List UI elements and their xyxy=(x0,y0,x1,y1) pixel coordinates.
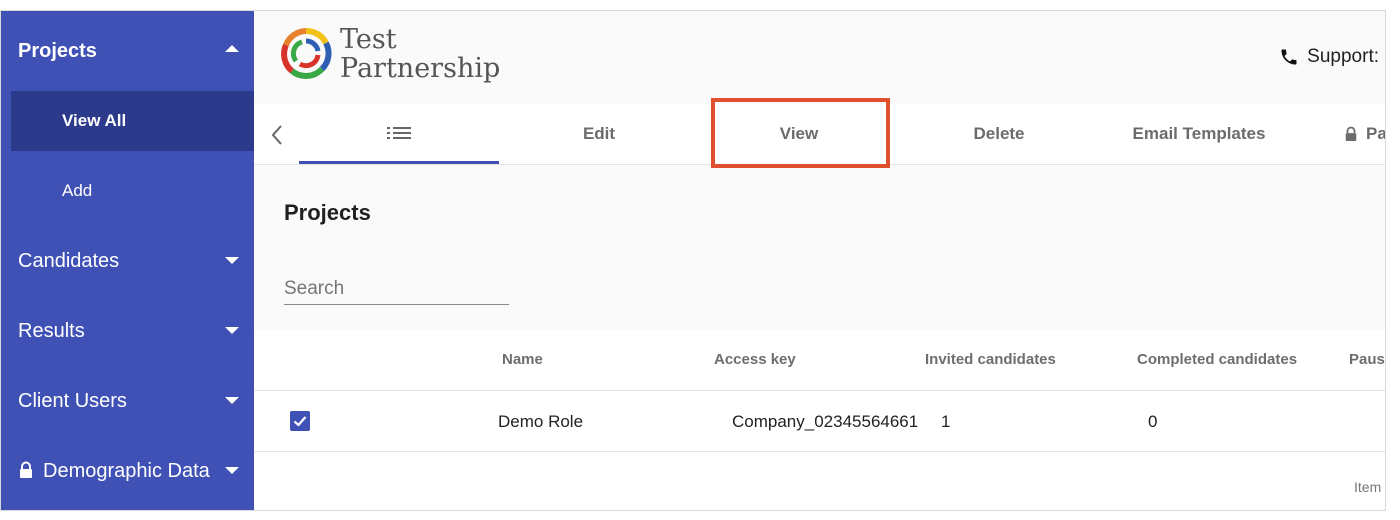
brand-name: Test Partnership xyxy=(340,25,500,83)
tab-label: Pa xyxy=(1366,124,1386,143)
checkmark-icon xyxy=(293,416,307,427)
tab-email-templates[interactable]: Email Templates xyxy=(1099,104,1299,164)
tab-locked[interactable]: Pa xyxy=(1344,104,1386,164)
lock-icon xyxy=(20,461,32,478)
cell-completed: 0 xyxy=(1148,412,1158,431)
tab-list[interactable] xyxy=(299,104,499,164)
cell-invited: 1 xyxy=(941,412,951,431)
chevron-down-icon xyxy=(225,327,239,334)
column-header-completed[interactable]: Completed candidates xyxy=(1137,351,1297,368)
support-contact[interactable]: Support: xyxy=(1279,46,1379,68)
chevron-left-icon[interactable] xyxy=(262,120,292,150)
brand-line-2: Partnership xyxy=(340,53,501,84)
tab-label: Edit xyxy=(582,124,616,143)
support-label: Support: xyxy=(1307,46,1379,67)
sidebar-item-label: Demographic Data xyxy=(43,459,210,482)
sidebar-item-client-users[interactable]: Client Users xyxy=(1,371,254,431)
main-area: Test Partnership Support: Edit View Dele… xyxy=(254,11,1386,510)
chevron-down-icon xyxy=(225,397,239,404)
tab-view[interactable]: View xyxy=(699,104,899,164)
column-header-access-key[interactable]: Access key xyxy=(714,351,796,368)
cell-name: Demo Role xyxy=(498,412,584,431)
tab-bar: Edit View Delete Email Templates Pa xyxy=(254,98,1386,168)
chevron-down-icon xyxy=(225,467,239,474)
phone-icon xyxy=(1281,49,1297,65)
sidebar-item-label: Projects xyxy=(18,39,97,62)
table-row[interactable]: Demo Role Company_02345564661 1 0 xyxy=(254,391,1385,452)
sidebar-item-demographic-data[interactable]: Demographic Data xyxy=(1,441,254,501)
sidebar-item-add[interactable]: Add xyxy=(11,161,254,221)
brand-line-1: Test xyxy=(340,24,397,55)
pagination-label: Item xyxy=(1354,479,1382,495)
tab-label: Delete xyxy=(973,124,1025,143)
sidebar-item-label: Client Users xyxy=(18,389,127,412)
sidebar-item-label: View All xyxy=(62,111,127,130)
column-header-paused[interactable]: Pause xyxy=(1349,351,1385,368)
sidebar-item-label: Results xyxy=(18,319,85,342)
test-partnership-logo xyxy=(281,28,332,79)
chevron-up-icon xyxy=(225,45,239,52)
sidebar-item-projects[interactable]: Projects xyxy=(1,21,254,81)
search-input[interactable] xyxy=(284,273,509,305)
tab-label: View xyxy=(779,124,819,143)
row-checkbox[interactable] xyxy=(290,411,310,431)
column-header-name[interactable]: Name xyxy=(502,351,543,368)
page-title: Projects xyxy=(284,200,371,225)
tab-delete[interactable]: Delete xyxy=(899,104,1099,164)
sidebar-item-label: Add xyxy=(62,181,93,200)
chevron-down-icon xyxy=(225,257,239,264)
list-icon xyxy=(387,126,411,139)
sidebar-item-candidates[interactable]: Candidates xyxy=(1,231,254,291)
projects-table: Name Access key Invited candidates Compl… xyxy=(254,329,1385,510)
column-header-invited[interactable]: Invited candidates xyxy=(925,351,1056,368)
sidebar-item-label: Candidates xyxy=(18,249,120,272)
tab-edit[interactable]: Edit xyxy=(499,104,699,164)
app-window: Projects View All Add Candidates Results… xyxy=(0,10,1386,511)
cell-access-key: Company_02345564661 xyxy=(732,412,919,431)
tab-label: Email Templates xyxy=(1132,124,1266,143)
sidebar-item-view-all[interactable]: View All xyxy=(11,91,254,151)
sidebar-item-results[interactable]: Results xyxy=(1,301,254,361)
sidebar: Projects View All Add Candidates Results… xyxy=(1,11,254,510)
lock-icon xyxy=(1345,126,1357,141)
